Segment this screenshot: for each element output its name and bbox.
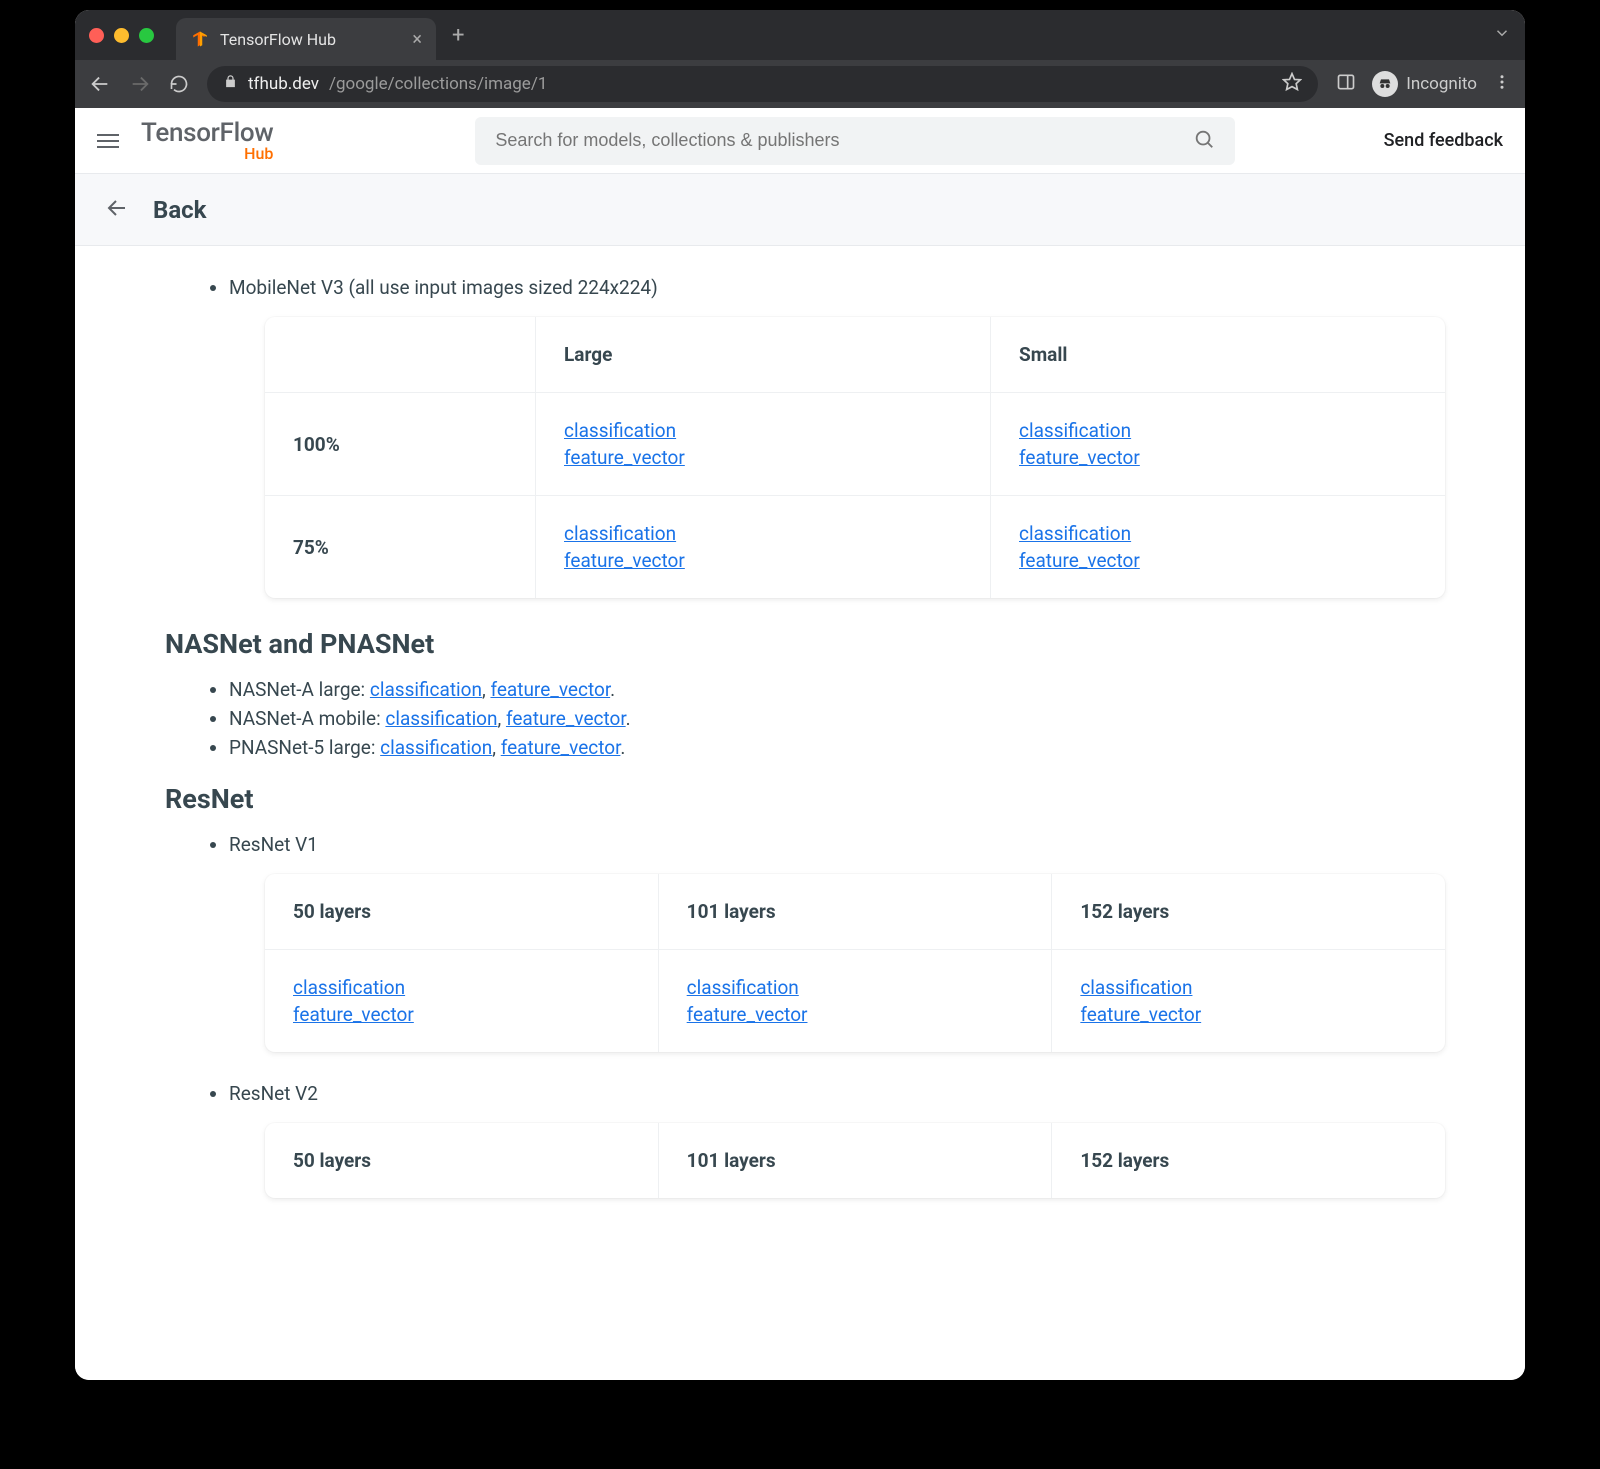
feature-vector-link[interactable]: feature_vector <box>1019 446 1417 469</box>
table-row-header: 100% <box>265 393 535 495</box>
browser-chrome: TensorFlow Hub × + tfhub.dev/goog <box>75 10 1525 108</box>
table-cell: classification feature_vector <box>990 496 1445 598</box>
close-window-button[interactable] <box>89 28 104 43</box>
star-icon[interactable] <box>1282 72 1302 97</box>
feature-vector-link[interactable]: feature_vector <box>501 736 621 759</box>
mobilenet-table: Large Small 100% classification feature_… <box>265 317 1445 598</box>
table-cell: classification feature_vector <box>990 393 1445 495</box>
new-tab-button[interactable]: + <box>452 23 464 48</box>
incognito-indicator[interactable]: Incognito <box>1372 71 1477 97</box>
feature-vector-link[interactable]: feature_vector <box>490 678 610 701</box>
classification-link[interactable]: classification <box>1019 419 1417 442</box>
table-header: 50 layers <box>265 1123 658 1198</box>
table-cell: classification feature_vector <box>1051 950 1445 1052</box>
back-bar: Back <box>75 174 1525 246</box>
table-header: 101 layers <box>658 1123 1052 1198</box>
search-icon[interactable] <box>1193 128 1215 154</box>
table-header: Small <box>990 317 1445 392</box>
send-feedback-link[interactable]: Send feedback <box>1384 130 1503 151</box>
section-heading-nasnet: NASNet and PNASNet <box>165 628 1445 660</box>
minimize-window-button[interactable] <box>114 28 129 43</box>
panel-icon[interactable] <box>1336 72 1356 96</box>
reload-icon[interactable] <box>169 74 189 94</box>
back-label: Back <box>153 196 206 224</box>
logo-text: TensorFlow <box>141 120 273 146</box>
classification-link[interactable]: classification <box>564 522 962 545</box>
list-item: MobileNet V3 (all use input images sized… <box>229 276 1445 598</box>
page: TensorFlow Hub Send feedback Back Mobile… <box>75 108 1525 1380</box>
classification-link[interactable]: classification <box>385 707 497 730</box>
browser-tab[interactable]: TensorFlow Hub × <box>176 18 436 60</box>
search-input[interactable] <box>495 130 1193 151</box>
feature-vector-link[interactable]: feature_vector <box>506 707 626 730</box>
incognito-label: Incognito <box>1406 74 1477 94</box>
table-cell: classification feature_vector <box>535 393 990 495</box>
address-bar[interactable]: tfhub.dev/google/collections/image/1 <box>207 66 1318 102</box>
classification-link[interactable]: classification <box>293 976 630 999</box>
feature-vector-link[interactable]: feature_vector <box>1080 1003 1417 1026</box>
tab-title: TensorFlow Hub <box>220 30 336 49</box>
feature-vector-link[interactable]: feature_vector <box>293 1003 630 1026</box>
back-arrow-icon[interactable] <box>105 196 129 224</box>
url-domain: tfhub.dev <box>248 74 319 94</box>
classification-link[interactable]: classification <box>564 419 962 442</box>
classification-link[interactable]: classification <box>1080 976 1417 999</box>
maximize-window-button[interactable] <box>139 28 154 43</box>
classification-link[interactable]: classification <box>687 976 1024 999</box>
table-cell: classification feature_vector <box>265 950 658 1052</box>
close-tab-icon[interactable]: × <box>412 29 422 50</box>
list-item: ResNet V1 50 layers 101 layers 152 layer… <box>229 833 1445 1052</box>
table-header: Large <box>535 317 990 392</box>
browser-toolbar: tfhub.dev/google/collections/image/1 Inc… <box>75 60 1525 108</box>
back-icon[interactable] <box>89 73 111 95</box>
logo-subtext: Hub <box>244 146 273 162</box>
tabs-menu-icon[interactable] <box>1493 24 1511 46</box>
site-header: TensorFlow Hub Send feedback <box>75 108 1525 174</box>
feature-vector-link[interactable]: feature_vector <box>687 1003 1024 1026</box>
list-item: NASNet-A mobile: classification, feature… <box>229 707 1445 730</box>
search-bar[interactable] <box>475 117 1235 165</box>
classification-link[interactable]: classification <box>380 736 492 759</box>
section-heading-resnet: ResNet <box>165 783 1445 815</box>
table-header: 152 layers <box>1051 874 1445 949</box>
resnet-v2-table: 50 layers 101 layers 152 layers <box>265 1123 1445 1198</box>
incognito-icon <box>1372 71 1398 97</box>
site-logo[interactable]: TensorFlow Hub <box>141 120 273 162</box>
url-path: /google/collections/image/1 <box>329 74 547 94</box>
table-cell: classification feature_vector <box>535 496 990 598</box>
table-cell: classification feature_vector <box>658 950 1052 1052</box>
window-controls <box>89 28 154 43</box>
feature-vector-link[interactable]: feature_vector <box>564 446 962 469</box>
table-row-header: 75% <box>265 496 535 598</box>
resnet-v1-table: 50 layers 101 layers 152 layers classifi… <box>265 874 1445 1052</box>
tab-strip: TensorFlow Hub × + <box>75 10 1525 60</box>
list-item: ResNet V2 50 layers 101 layers 152 layer… <box>229 1082 1445 1198</box>
feature-vector-link[interactable]: feature_vector <box>564 549 962 572</box>
browser-window: TensorFlow Hub × + tfhub.dev/goog <box>75 10 1525 1380</box>
forward-icon[interactable] <box>129 73 151 95</box>
hamburger-menu-button[interactable] <box>97 134 119 148</box>
table-header-empty <box>265 317 535 392</box>
table-header: 152 layers <box>1051 1123 1445 1198</box>
list-item: PNASNet-5 large: classification, feature… <box>229 736 1445 759</box>
classification-link[interactable]: classification <box>370 678 482 701</box>
main-content: MobileNet V3 (all use input images sized… <box>75 246 1525 1228</box>
table-header: 101 layers <box>658 874 1052 949</box>
toolbar-right: Incognito <box>1336 71 1511 97</box>
lock-icon <box>223 74 238 94</box>
tensorflow-icon <box>190 29 210 49</box>
classification-link[interactable]: classification <box>1019 522 1417 545</box>
feature-vector-link[interactable]: feature_vector <box>1019 549 1417 572</box>
list-item: NASNet-A large: classification, feature_… <box>229 678 1445 701</box>
kebab-menu-icon[interactable] <box>1493 73 1511 95</box>
table-header: 50 layers <box>265 874 658 949</box>
